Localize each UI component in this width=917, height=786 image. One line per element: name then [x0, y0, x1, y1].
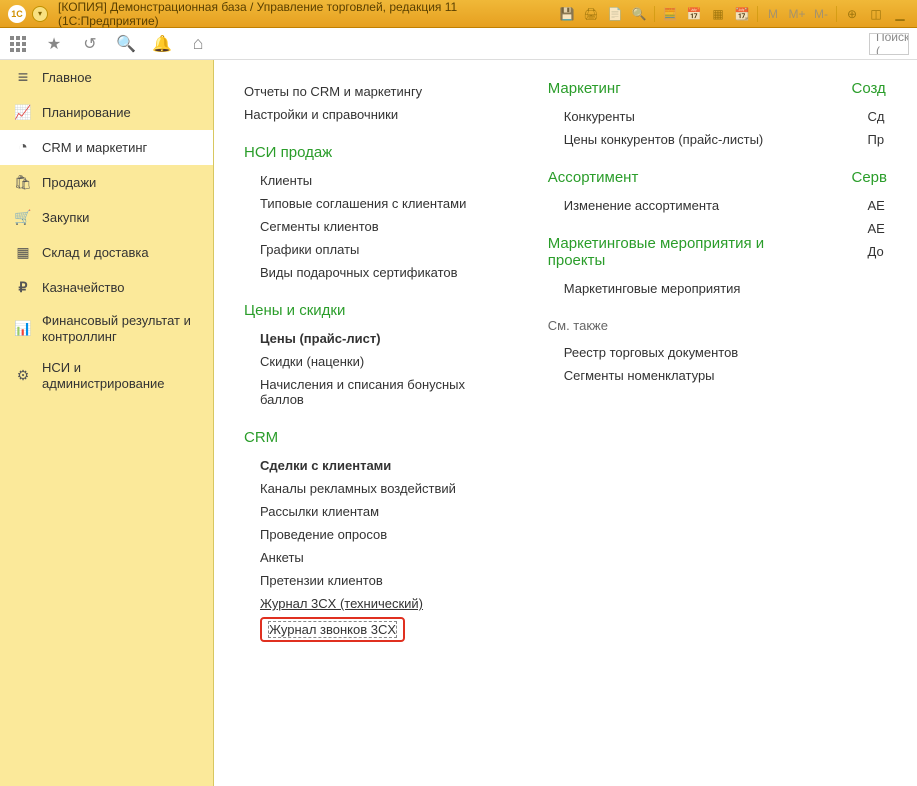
link-typical-agreements[interactable]: Типовые соглашения с клиентами	[260, 192, 498, 215]
chart-up-icon	[14, 104, 32, 122]
link-questionnaires[interactable]: Анкеты	[260, 546, 498, 569]
sidebar-item-treasury[interactable]: Казначейство	[0, 270, 213, 305]
history-icon[interactable]	[80, 34, 100, 54]
section-marketing-events: Маркетинговые мероприятия и проекты	[548, 235, 802, 269]
notifications-icon[interactable]	[152, 34, 172, 54]
logo-1c: 1C	[8, 5, 26, 23]
panels-icon[interactable]: ◫	[867, 5, 885, 23]
home-icon[interactable]	[188, 34, 208, 54]
titlebar-tools: 💾 🖨 📄 🔍 🧮 📅 ▦ 📆 M M+ M- ⊕ ◫ ▁	[558, 5, 909, 23]
link-client-segments[interactable]: Сегменты клиентов	[260, 215, 498, 238]
hamburger-icon	[14, 69, 32, 87]
see-also-label: См. также	[548, 318, 802, 333]
section-create: Созд	[852, 80, 888, 97]
content-col-3: Созд Сд Пр Серв АЕ АЕ До	[852, 80, 888, 766]
sidebar-item-label: Продажи	[42, 175, 96, 191]
link-ad-channels[interactable]: Каналы рекламных воздействий	[260, 477, 498, 500]
ruble-icon	[14, 279, 32, 297]
link-truncated-5[interactable]: До	[868, 240, 888, 263]
link-competitor-prices[interactable]: Цены конкурентов (прайс-листы)	[564, 128, 802, 151]
link-journal-calls-3cx[interactable]: Журнал звонков 3CX	[268, 621, 397, 638]
link-deals[interactable]: Сделки с клиентами	[260, 454, 498, 477]
titlebar: 1C ▾ [КОПИЯ] Демонстрационная база / Упр…	[0, 0, 917, 28]
content-col-1: Отчеты по CRM и маркетингу Настройки и с…	[244, 80, 498, 766]
content-col-2: Маркетинг Конкуренты Цены конкурентов (п…	[548, 80, 802, 766]
link-assortment-change[interactable]: Изменение ассортимента	[564, 194, 802, 217]
sidebar-item-nsi[interactable]: НСИ и администрирование	[0, 352, 213, 399]
link-journal-3cx-tech[interactable]: Журнал 3CX (технический)	[260, 592, 498, 615]
search-input[interactable]: Поиск (	[869, 33, 909, 55]
link-marketing-events[interactable]: Маркетинговые мероприятия	[564, 277, 802, 300]
sidebar-item-label: Закупки	[42, 210, 89, 226]
sidebar-item-planning[interactable]: Планирование	[0, 95, 213, 130]
search-icon[interactable]	[116, 34, 136, 54]
calc-icon[interactable]: 🧮	[661, 5, 679, 23]
content-area: Отчеты по CRM и маркетингу Настройки и с…	[214, 60, 917, 786]
link-reports-crm[interactable]: Отчеты по CRM и маркетингу	[244, 80, 498, 103]
sidebar-item-finresult[interactable]: Финансовый результат и контроллинг	[0, 305, 213, 352]
link-mailings[interactable]: Рассылки клиентам	[260, 500, 498, 523]
section-prices-discounts: Цены и скидки	[244, 302, 498, 319]
link-clients[interactable]: Клиенты	[260, 169, 498, 192]
save-icon[interactable]: 💾	[558, 5, 576, 23]
table-icon[interactable]: ▦	[709, 5, 727, 23]
memory-mminus-icon[interactable]: M-	[812, 5, 830, 23]
apps-icon[interactable]	[8, 34, 28, 54]
sidebar-item-main[interactable]: Главное	[0, 60, 213, 95]
link-discounts[interactable]: Скидки (наценки)	[260, 350, 498, 373]
sidebar-item-sales[interactable]: Продажи	[0, 165, 213, 200]
highlighted-link-box: Журнал звонков 3CX	[260, 617, 405, 642]
section-nsi-sales: НСИ продаж	[244, 144, 498, 161]
toolbar: Поиск (	[0, 28, 917, 60]
sidebar-item-label: Финансовый результат и контроллинг	[42, 313, 199, 344]
window-title: [КОПИЯ] Демонстрационная база / Управлен…	[58, 0, 558, 28]
sidebar-item-label: CRM и маркетинг	[42, 140, 147, 156]
link-truncated-3[interactable]: АЕ	[868, 194, 888, 217]
link-truncated-2[interactable]: Пр	[868, 128, 888, 151]
sidebar-item-label: Планирование	[42, 105, 131, 121]
memory-m-icon[interactable]: M	[764, 5, 782, 23]
sidebar-item-label: Склад и доставка	[42, 245, 149, 261]
link-bonus-points[interactable]: Начисления и списания бонусных баллов	[260, 373, 498, 411]
sidebar-item-label: НСИ и администрирование	[42, 360, 199, 391]
link-claims[interactable]: Претензии клиентов	[260, 569, 498, 592]
section-service: Серв	[852, 169, 888, 186]
print-icon[interactable]: 🖨	[582, 5, 600, 23]
link-trade-docs-registry[interactable]: Реестр торговых документов	[564, 341, 802, 364]
doc-icon[interactable]: 📄	[606, 5, 624, 23]
link-competitors[interactable]: Конкуренты	[564, 105, 802, 128]
zoom-icon[interactable]: ⊕	[843, 5, 861, 23]
bag-icon	[14, 174, 32, 192]
sidebar-item-purchases[interactable]: Закупки	[0, 200, 213, 235]
sidebar-item-crm[interactable]: CRM и маркетинг	[0, 130, 213, 165]
section-marketing: Маркетинг	[548, 80, 802, 97]
pie-icon	[14, 139, 32, 157]
gear-icon	[14, 367, 32, 385]
cart-icon	[14, 209, 32, 227]
link-gift-cert-types[interactable]: Виды подарочных сертификатов	[260, 261, 498, 284]
calendar-icon[interactable]: 📅	[685, 5, 703, 23]
link-price-list[interactable]: Цены (прайс-лист)	[260, 327, 498, 350]
minimize-icon[interactable]: ▁	[891, 5, 909, 23]
section-crm: CRM	[244, 429, 498, 446]
grid-icon	[14, 244, 32, 262]
section-assortment: Ассортимент	[548, 169, 802, 186]
link-settings-refs[interactable]: Настройки и справочники	[244, 103, 498, 126]
link-polls[interactable]: Проведение опросов	[260, 523, 498, 546]
layout: Главное Планирование CRM и маркетинг Про…	[0, 60, 917, 786]
sidebar-item-warehouse[interactable]: Склад и доставка	[0, 235, 213, 270]
sidebar: Главное Планирование CRM и маркетинг Про…	[0, 60, 214, 786]
sidebar-item-label: Казначейство	[42, 280, 124, 296]
date-icon[interactable]: 📆	[733, 5, 751, 23]
app-menu-dropdown[interactable]: ▾	[32, 6, 48, 22]
sidebar-item-label: Главное	[42, 70, 92, 86]
bar-chart-icon	[14, 320, 32, 338]
link-truncated-4[interactable]: АЕ	[868, 217, 888, 240]
preview-icon[interactable]: 🔍	[630, 5, 648, 23]
favorites-icon[interactable]	[44, 34, 64, 54]
link-payment-schedules[interactable]: Графики оплаты	[260, 238, 498, 261]
link-nomenclature-segments[interactable]: Сегменты номенклатуры	[564, 364, 802, 387]
link-truncated-1[interactable]: Сд	[868, 105, 888, 128]
memory-mplus-icon[interactable]: M+	[788, 5, 806, 23]
